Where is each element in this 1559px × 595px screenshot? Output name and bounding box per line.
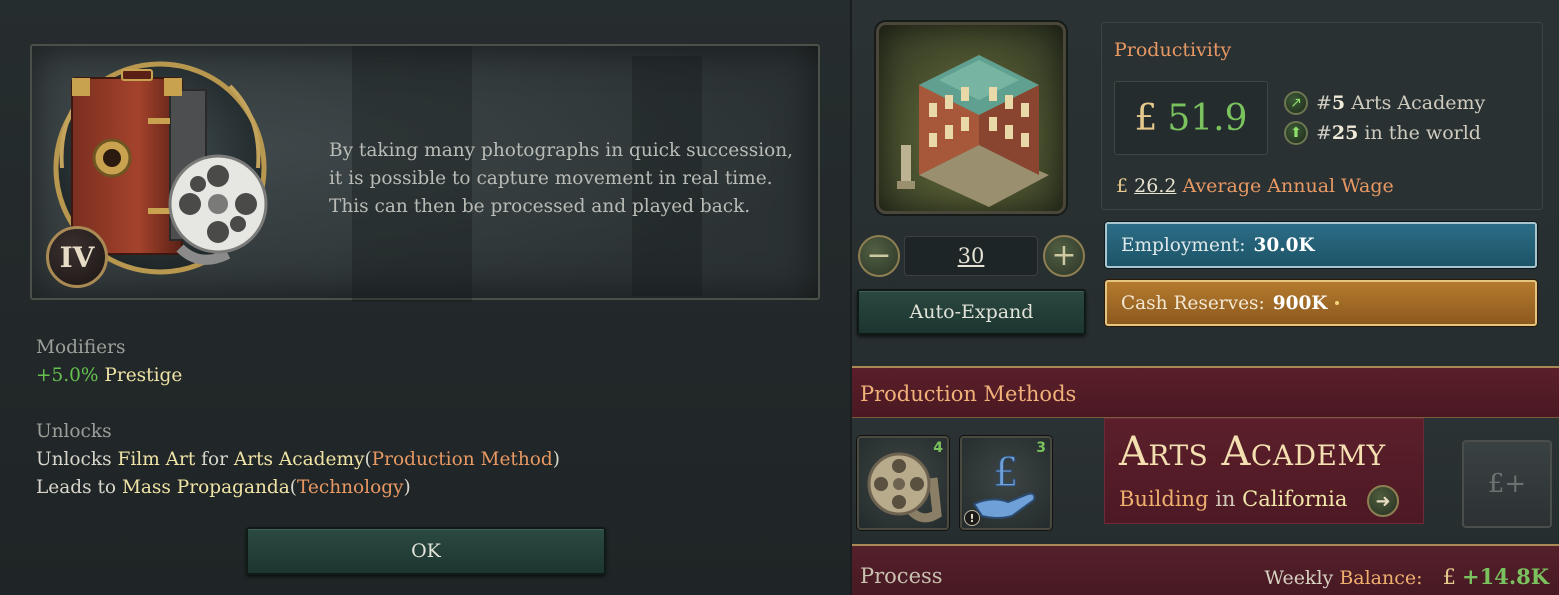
process-label: Process <box>860 564 943 588</box>
building-panel: − 30 + Auto-Expand Productivity £ 51.9 ↗… <box>850 0 1559 595</box>
tier-badge: IV <box>46 226 108 288</box>
rank-hash: # <box>1316 92 1332 114</box>
unlock-type: Production Method <box>371 449 553 470</box>
modifier-label: Prestige <box>104 365 183 386</box>
rank-state-number: 5 <box>1331 92 1346 114</box>
in-text: in <box>1215 487 1236 511</box>
pm-slot-ownership[interactable]: £ 3 ! <box>960 436 1052 530</box>
building-type: Building <box>1119 487 1209 511</box>
production-methods-title: Production Methods <box>860 382 1077 406</box>
balance-label: Balance: <box>1339 567 1423 589</box>
production-methods-header: Production Methods <box>852 366 1559 418</box>
paren-open: ( <box>289 477 297 498</box>
rank-state-label: Arts Academy <box>1351 92 1486 114</box>
rank-up-arrow-icon: ↗ <box>1284 91 1308 115</box>
leads-to-prefix: Leads to <box>36 477 117 498</box>
wage-value[interactable]: 26.2 <box>1134 175 1176 197</box>
pm-slot-film-art[interactable]: 4 <box>857 436 949 530</box>
academy-building-icon <box>897 55 1049 207</box>
unlock-item-link[interactable]: Film Art <box>118 449 196 470</box>
modifier-prestige: +5.0% Prestige <box>36 365 182 386</box>
unlock-line-mass-propaganda: Leads to Mass Propaganda(Technology) <box>36 477 411 498</box>
unlock-prefix: Unlocks <box>36 449 112 470</box>
modifiers-heading: Modifiers <box>36 337 126 358</box>
svg-text:£: £ <box>993 450 1018 496</box>
technology-popup: IV By taking many photographs in quick s… <box>0 0 850 595</box>
unlocks-heading: Unlocks <box>36 421 112 442</box>
productivity-value: £ 51.9 <box>1114 81 1268 155</box>
auto-expand-button[interactable]: Auto-Expand <box>857 289 1086 335</box>
rank-world-label: in the world <box>1364 122 1481 144</box>
productivity-title: Productivity <box>1114 39 1232 61</box>
unlock-for-text: for <box>201 449 228 470</box>
cash-value: 900K <box>1272 292 1328 314</box>
average-wage: £ 26.2 Average Annual Wage <box>1116 175 1394 197</box>
employment-value: 30.0K <box>1253 234 1315 256</box>
building-portrait <box>876 22 1066 214</box>
add-money-button[interactable]: £+ <box>1462 440 1552 528</box>
pm-option-count: 3 <box>1036 440 1046 456</box>
unlock-line-film-art: Unlocks Film Art for Arts Academy(Produc… <box>36 449 560 470</box>
process-bar: Process Weekly Balance: £ +14.8K <box>852 544 1559 595</box>
productivity-box: Productivity £ 51.9 ↗ #5 Arts Academy ⬆ … <box>1101 22 1543 210</box>
building-name-banner: Arts Academy Building in California ➜ <box>1104 418 1424 524</box>
productivity-number: 51.9 <box>1167 97 1248 139</box>
rank-world: ⬆ #25 in the world <box>1284 121 1481 145</box>
cash-reserves-bar[interactable]: Cash Reserves: 900K <box>1105 280 1537 326</box>
goto-arrow-icon[interactable]: ➜ <box>1367 485 1399 517</box>
paren-close: ) <box>403 477 411 498</box>
unlock-target-link[interactable]: Arts Academy <box>234 449 365 470</box>
leads-to-tech-link[interactable]: Mass Propaganda <box>122 477 290 498</box>
employment-bar[interactable]: Employment: 30.0K <box>1105 222 1537 268</box>
ok-button[interactable]: OK <box>246 527 606 575</box>
rank-hash: # <box>1316 122 1332 144</box>
paren-open: ( <box>364 449 372 470</box>
pound-icon: £ <box>1442 565 1456 589</box>
pound-icon: £ <box>1116 175 1129 197</box>
building-name: Arts Academy <box>1119 429 1386 475</box>
paren-close: ) <box>552 449 560 470</box>
cash-label: Cash Reserves: <box>1121 292 1265 314</box>
technology-description: By taking many photographs in quick succ… <box>329 140 794 217</box>
wage-label: Average Annual Wage <box>1182 175 1394 197</box>
rank-state: ↗ #5 Arts Academy <box>1284 91 1485 115</box>
warning-icon: ! <box>964 510 980 526</box>
pm-option-count: 4 <box>933 440 943 456</box>
weekly-label: Weekly <box>1264 567 1334 589</box>
leads-to-type: Technology <box>296 477 404 498</box>
employment-label: Employment: <box>1121 234 1246 256</box>
pound-icon: £ <box>1134 97 1158 139</box>
rank-up-arrow-icon: ⬆ <box>1284 121 1308 145</box>
weekly-balance: Weekly Balance: £ +14.8K <box>1264 564 1549 589</box>
decrease-level-button[interactable]: − <box>858 235 900 277</box>
building-level[interactable]: 30 <box>904 236 1038 276</box>
building-subtitle: Building in California <box>1119 487 1347 511</box>
balance-value: +14.8K <box>1462 564 1549 589</box>
modifier-value: +5.0% <box>36 365 99 386</box>
state-link[interactable]: California <box>1242 487 1347 511</box>
cash-indicator-dot <box>1335 301 1340 305</box>
rank-world-number: 25 <box>1331 122 1359 144</box>
increase-level-button[interactable]: + <box>1043 235 1085 277</box>
